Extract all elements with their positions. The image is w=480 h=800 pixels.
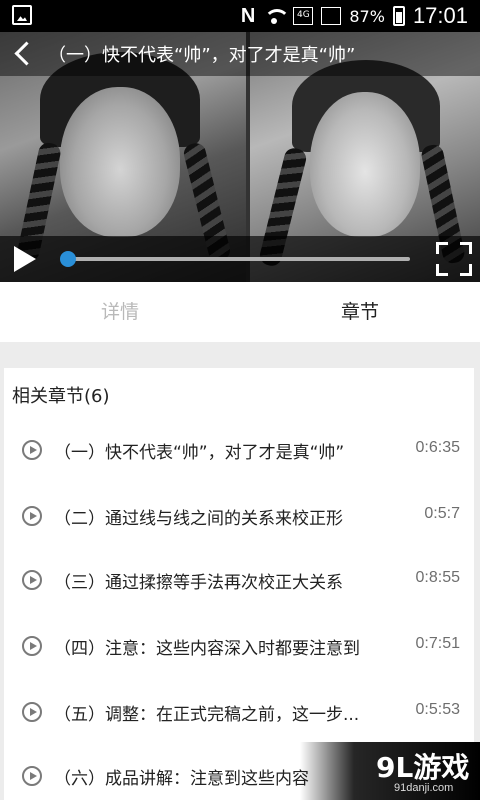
chapter-title: （三）通过揉擦等手法再次校正大关系 [54,573,343,593]
fullscreen-icon[interactable] [436,242,472,276]
chapter-title: （一）快不代表“帅”，对了才是真“帅” [54,443,345,463]
chapter-item[interactable]: （三）通过揉擦等手法再次校正大关系 0:8:55 [4,548,474,612]
chapters-heading: 相关章节(6) [12,386,110,407]
chapter-item[interactable]: （四）注意：这些内容深入时都要注意到 0:7:51 [4,614,474,678]
signal-icon-2 [321,7,342,25]
clock: 17:01 [412,3,468,28]
chapter-title: （五）调整：在正式完稿之前，这一步... [54,705,360,725]
portrait-sketch-left [60,87,180,237]
tab-details[interactable]: 详情 [0,282,240,342]
chapter-duration: 0:6:35 [415,439,460,456]
status-icons: N 4G 87% 17:01 [241,0,468,32]
chapter-duration: 0:8:55 [415,569,460,586]
play-icon[interactable] [14,246,36,272]
progress-knob[interactable] [60,251,76,267]
play-circle-icon [22,766,42,786]
chapter-item[interactable]: （二）通过线与线之间的关系来校正形 0:5:7 [4,484,474,548]
tab-bar: 详情 章节 [0,282,480,342]
chapter-duration: 0:7:51 [415,635,460,652]
chapter-title: （二）通过线与线之间的关系来校正形 [54,509,343,529]
play-circle-icon [22,636,42,656]
wifi-icon [263,7,291,25]
portrait-sketch-right [310,92,420,237]
status-bar: N 4G 87% 17:01 [0,0,480,32]
battery-icon [392,6,405,26]
video-title-bar: （一）快不代表“帅”，对了才是真“帅” [0,32,480,76]
watermark-logo: 9L游戏 [376,751,470,784]
progress-bar[interactable] [68,257,410,261]
play-circle-icon [22,506,42,526]
gallery-notification-icon [12,5,32,25]
site-watermark: 9L游戏 91danji.com [300,742,480,800]
signal-icon: 4G [293,7,314,25]
chapters-panel: 相关章节(6) （一）快不代表“帅”，对了才是真“帅” 0:6:35 （二）通过… [4,368,474,800]
video-player[interactable]: （一）快不代表“帅”，对了才是真“帅” [0,32,480,282]
chapter-item[interactable]: （一）快不代表“帅”，对了才是真“帅” 0:6:35 [4,418,474,482]
chapter-duration: 0:5:53 [415,701,460,718]
play-circle-icon [22,570,42,590]
watermark-url: 91danji.com [394,782,454,794]
battery-percent: 87% [349,6,385,26]
chapter-item[interactable]: （五）调整：在正式完稿之前，这一步... 0:5:53 [4,680,474,744]
video-title: （一）快不代表“帅”，对了才是真“帅” [48,45,356,66]
video-controls [0,236,480,282]
tab-chapters[interactable]: 章节 [240,282,480,342]
nfc-icon: N [240,4,256,27]
play-circle-icon [22,702,42,722]
back-arrow-icon[interactable] [0,32,48,76]
chapter-duration: 0:5:7 [424,505,460,522]
chapter-title: （四）注意：这些内容深入时都要注意到 [54,639,360,659]
play-circle-icon [22,440,42,460]
chapter-title: （六）成品讲解：注意到这些内容 [54,769,309,789]
